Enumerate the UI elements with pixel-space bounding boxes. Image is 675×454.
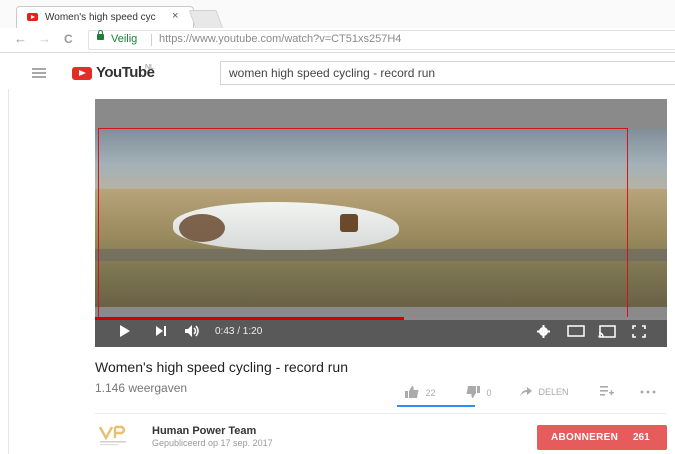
- time-display: 0:43 / 1:20: [215, 326, 263, 337]
- lock-icon: [97, 30, 104, 40]
- url-text[interactable]: https://www.youtube.com/watch?v=CT51xs25…: [159, 33, 401, 45]
- new-tab-button[interactable]: [188, 10, 224, 29]
- youtube-header: YouTube NL women high speed cycling - re…: [0, 53, 675, 89]
- add-to-playlist-icon: [600, 386, 614, 396]
- view-count: 1.146 weergaven: [95, 381, 188, 395]
- video-title: Women's high speed cycling - record run: [95, 359, 348, 375]
- publish-date: Gepubliceerd op 17 sep. 2017: [152, 438, 273, 448]
- secure-label: Veilig: [111, 33, 138, 45]
- video-highlight-box: [98, 128, 628, 318]
- thumbs-down-icon: [466, 386, 480, 398]
- like-count: 22: [425, 388, 436, 398]
- browser-tab[interactable]: Women's high speed cyc ×: [16, 6, 194, 29]
- player-controls: 0:43 / 1:20: [95, 317, 667, 347]
- search-input[interactable]: women high speed cycling - record run: [220, 61, 675, 85]
- back-arrow-icon[interactable]: ←: [14, 31, 27, 46]
- menu-icon[interactable]: [32, 68, 46, 78]
- fullscreen-icon[interactable]: [632, 325, 646, 341]
- like-button[interactable]: 22: [405, 386, 436, 398]
- channel-name[interactable]: Human Power Team: [152, 425, 256, 437]
- settings-gear-icon[interactable]: [537, 325, 550, 341]
- subscribe-label: ABONNEREN: [551, 432, 619, 443]
- tab-title: Women's high speed cyc: [45, 12, 156, 23]
- progress-bar[interactable]: [95, 317, 667, 320]
- like-ratio-bar: [397, 405, 475, 407]
- thumbs-up-icon: [405, 386, 419, 398]
- cast-icon[interactable]: [598, 325, 616, 341]
- reload-icon[interactable]: C: [64, 32, 73, 46]
- play-icon[interactable]: [119, 325, 131, 340]
- youtube-favicon-icon: [27, 13, 38, 21]
- volume-icon[interactable]: [185, 325, 201, 340]
- info-divider: [95, 413, 667, 414]
- page-left-edge: [8, 89, 9, 454]
- search-query: women high speed cycling - record run: [229, 66, 436, 80]
- browser-toolbar: ← → C Veilig https://www.youtube.com/wat…: [0, 28, 675, 53]
- channel-avatar[interactable]: [98, 424, 134, 446]
- browser-tab-strip: Women's high speed cyc ×: [0, 0, 675, 29]
- share-button[interactable]: DELEN: [520, 386, 569, 397]
- tab-close-icon[interactable]: ×: [172, 10, 178, 22]
- progress-fill: [95, 317, 404, 320]
- subscriber-count: 261: [633, 432, 650, 443]
- region-label: NL: [145, 64, 154, 71]
- address-bar[interactable]: Veilig https://www.youtube.com/watch?v=C…: [88, 30, 675, 50]
- address-separator: [151, 34, 152, 46]
- dislike-button[interactable]: 0: [466, 386, 492, 398]
- theater-mode-icon[interactable]: [567, 325, 585, 340]
- video-player[interactable]: 0:43 / 1:20: [95, 99, 667, 347]
- subscribe-button[interactable]: ABONNEREN 261: [537, 425, 667, 450]
- forward-arrow-icon[interactable]: →: [38, 31, 51, 46]
- add-to-playlist-button[interactable]: [600, 386, 614, 398]
- share-arrow-icon: [520, 387, 532, 396]
- share-label: DELEN: [538, 387, 569, 397]
- more-actions-icon[interactable]: [640, 386, 656, 396]
- next-icon[interactable]: [155, 325, 167, 340]
- youtube-logo-icon[interactable]: [72, 67, 92, 80]
- dislike-count: 0: [486, 388, 492, 398]
